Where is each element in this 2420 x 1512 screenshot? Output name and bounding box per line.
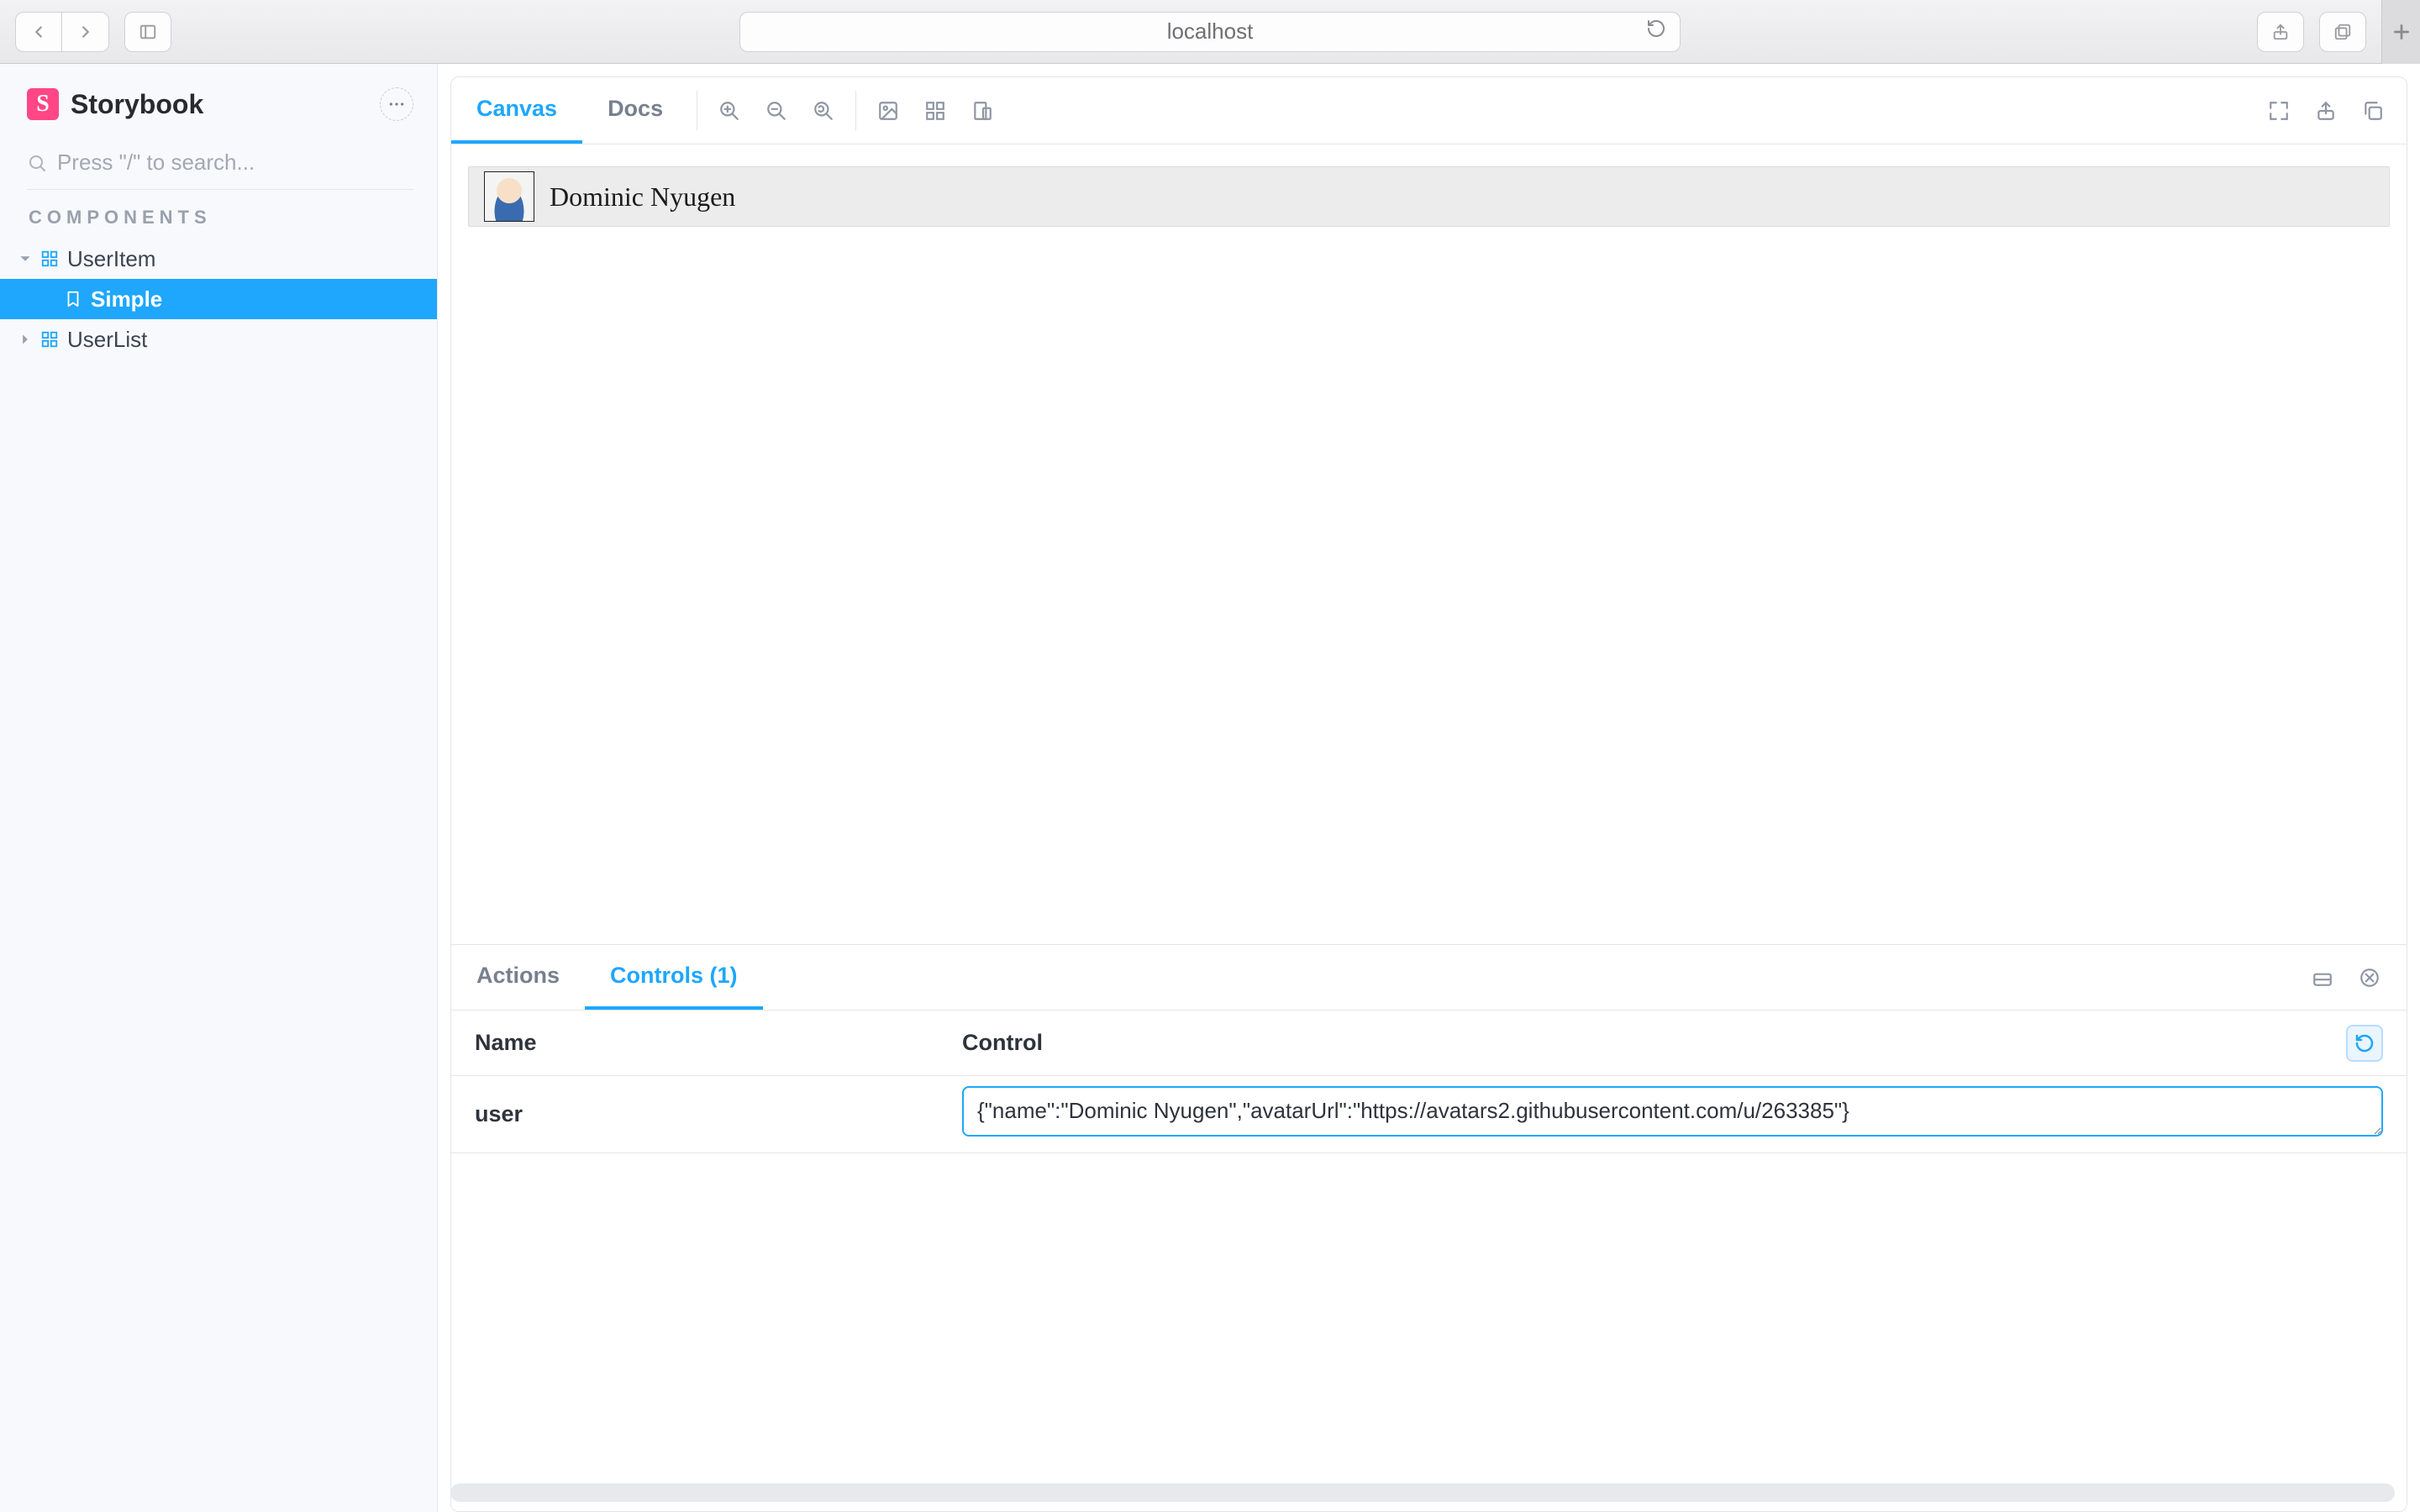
fullscreen-button[interactable] (2255, 100, 2302, 122)
tree-story-simple[interactable]: Simple (0, 279, 437, 319)
controls-row-user: user (451, 1076, 2407, 1153)
tab-docs[interactable]: Docs (582, 77, 688, 144)
browser-forward-button[interactable] (62, 12, 109, 52)
viewport-button[interactable] (959, 100, 1006, 122)
sidebar-section-label: COMPONENTS (0, 207, 437, 228)
controls-col-control: Control (962, 1030, 2316, 1056)
browser-toolbar: localhost (0, 0, 2420, 64)
search-input[interactable] (57, 150, 413, 176)
controls-col-name: Name (475, 1030, 962, 1056)
search-icon (27, 152, 47, 174)
bookmark-icon (64, 290, 82, 308)
brand-logo: S (27, 88, 59, 120)
avatar (484, 171, 534, 222)
tree-component-userlist[interactable]: UserList (0, 319, 437, 360)
component-icon (40, 330, 59, 349)
tree-component-useritem[interactable]: UserItem (0, 239, 437, 279)
url-text: localhost (1167, 18, 1254, 45)
storybook-main: Canvas Docs (438, 64, 2420, 1512)
addons-panel: Actions Controls (1) Name Control (451, 944, 2407, 1153)
tree-item-label: UserList (67, 327, 437, 353)
storybook-sidebar: S Storybook COMPONENTS UserItem (0, 64, 438, 1512)
addons-close-button[interactable] (2346, 945, 2393, 1010)
sidebar-toggle-button[interactable] (124, 12, 171, 52)
preview-panel: Canvas Docs (450, 76, 2407, 1512)
reload-icon[interactable] (1646, 18, 1666, 45)
tree-item-label: Simple (91, 286, 437, 312)
user-name: Dominic Nyugen (550, 181, 735, 213)
tabs-overview-button[interactable] (2319, 12, 2366, 52)
new-tab-button[interactable] (2381, 0, 2420, 64)
sidebar-menu-button[interactable] (380, 87, 413, 121)
preview-toolbar: Canvas Docs (451, 77, 2407, 144)
url-bar[interactable]: localhost (739, 12, 1681, 52)
copy-link-button[interactable] (2349, 100, 2396, 122)
addons-tab-controls[interactable]: Controls (1) (585, 945, 763, 1010)
control-prop-name: user (475, 1101, 962, 1127)
brand-name: Storybook (71, 89, 203, 120)
caret-down-icon (18, 253, 32, 265)
component-icon (40, 249, 59, 268)
component-tree: UserItem Simple UserList (0, 239, 437, 360)
controls-table: Name Control user (451, 1011, 2407, 1153)
addons-orientation-button[interactable] (2299, 945, 2346, 1010)
zoom-in-button[interactable] (706, 100, 753, 122)
background-button[interactable] (865, 100, 912, 122)
horizontal-scrollbar[interactable] (450, 1483, 2395, 1502)
control-user-input[interactable] (962, 1086, 2383, 1137)
canvas-frame: Dominic Nyugen (451, 144, 2407, 944)
caret-right-icon (18, 333, 32, 345)
open-isolated-button[interactable] (2302, 100, 2349, 122)
tree-item-label: UserItem (67, 246, 437, 272)
search[interactable] (27, 150, 413, 190)
browser-back-button[interactable] (15, 12, 62, 52)
share-button[interactable] (2257, 12, 2304, 52)
zoom-out-button[interactable] (753, 100, 800, 122)
zoom-reset-button[interactable] (800, 100, 847, 122)
user-item: Dominic Nyugen (468, 166, 2390, 227)
brand: S Storybook (0, 79, 437, 136)
controls-reset-button[interactable] (2346, 1025, 2383, 1062)
tab-canvas[interactable]: Canvas (451, 77, 582, 144)
grid-button[interactable] (912, 100, 959, 122)
addons-tab-actions[interactable]: Actions (451, 945, 585, 1010)
